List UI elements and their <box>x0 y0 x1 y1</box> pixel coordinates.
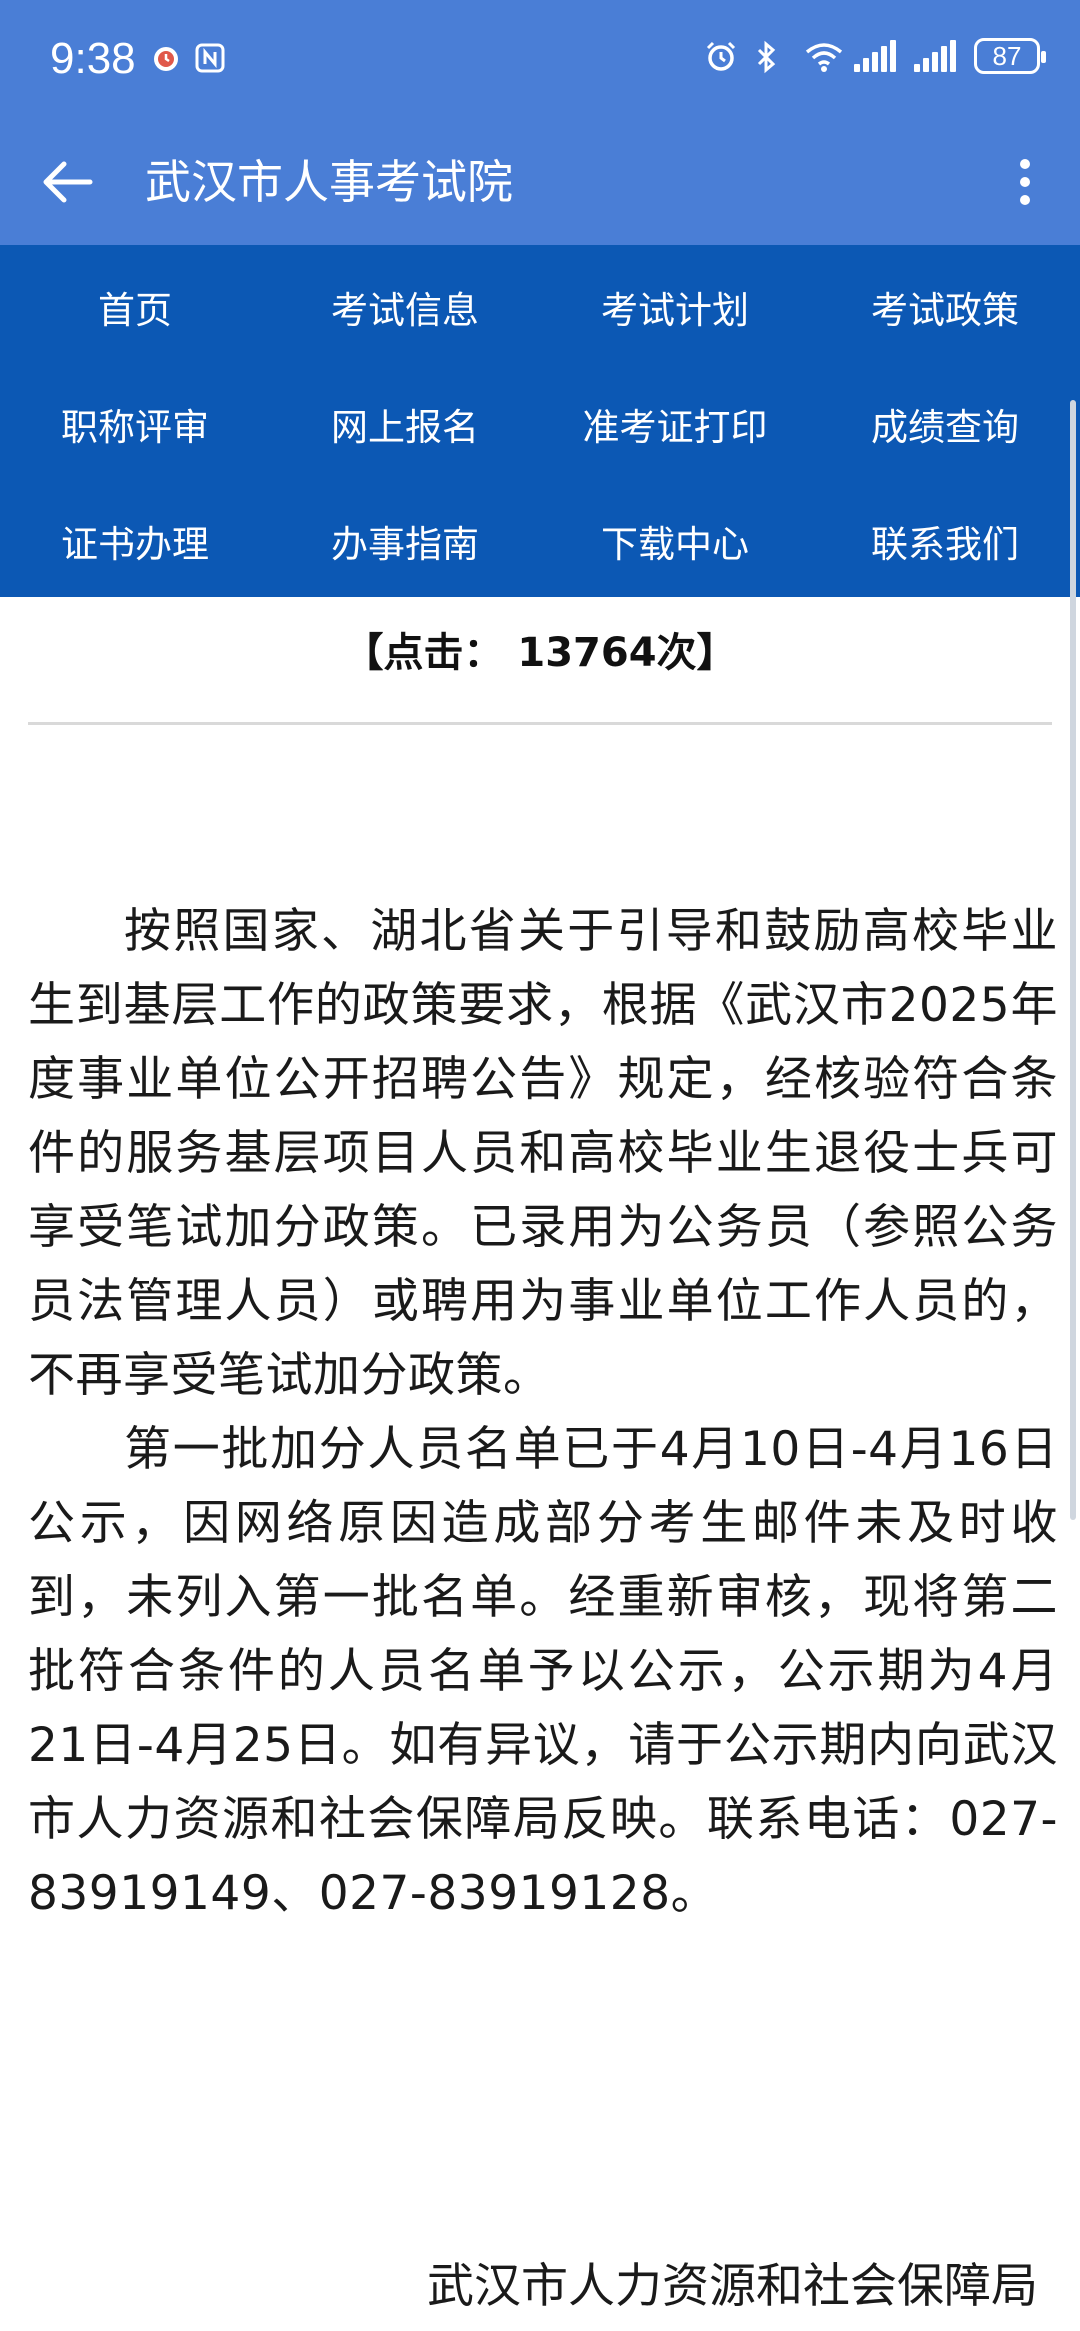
nav-item-online-registration[interactable]: 网上报名 <box>270 362 540 479</box>
hit-count: 【点击： 13764次】 <box>343 630 737 676</box>
scrollbar[interactable] <box>1070 400 1076 1520</box>
nav-menu: 首页 考试信息 考试计划 考试政策 职称评审 网上报名 准考证打印 成绩查询 证… <box>0 245 1080 597</box>
signal-icon <box>914 40 956 72</box>
article-paragraph: 第一批加分人员名单已于4月10日-4月16日公示，因网络原因造成部分考生邮件未及… <box>28 1422 1058 1921</box>
nfc-icon <box>194 42 226 74</box>
nav-item-score-query[interactable]: 成绩查询 <box>810 362 1080 479</box>
nav-item-title-review[interactable]: 职称评审 <box>0 362 270 479</box>
nav-item-download[interactable]: 下载中心 <box>540 480 810 597</box>
arrow-left-icon <box>43 161 93 203</box>
nav-item-certificate[interactable]: 证书办理 <box>0 480 270 597</box>
clock-app-icon <box>150 42 182 74</box>
battery-level: 87 <box>992 40 1022 71</box>
article-paragraph: 按照国家、湖北省关于引导和鼓励高校毕业生到基层工作的政策要求，根据《武汉市202… <box>28 904 1058 1403</box>
nav-item-home[interactable]: 首页 <box>0 245 270 362</box>
more-options-button[interactable] <box>1010 150 1040 214</box>
nav-item-exam-info[interactable]: 考试信息 <box>270 245 540 362</box>
divider <box>28 722 1052 725</box>
page-title: 武汉市人事考试院 <box>145 155 513 209</box>
wifi-icon <box>804 40 843 72</box>
status-right-icons: 87 <box>704 38 1046 74</box>
nav-item-exam-policy[interactable]: 考试政策 <box>810 245 1080 362</box>
app-bar: 武汉市人事考试院 <box>0 120 1080 245</box>
nav-item-guide[interactable]: 办事指南 <box>270 480 540 597</box>
battery-icon: 87 <box>974 38 1046 74</box>
signal-icon <box>854 40 896 72</box>
back-button[interactable] <box>36 150 100 214</box>
status-bar: 9:38 87 <box>0 0 1080 120</box>
nav-item-exam-plan[interactable]: 考试计划 <box>540 245 810 362</box>
more-vertical-icon <box>1020 159 1030 205</box>
nav-item-contact[interactable]: 联系我们 <box>810 480 1080 597</box>
status-time: 9:38 <box>50 34 136 83</box>
article-body: 按照国家、湖北省关于引导和鼓励高校毕业生到基层工作的政策要求，根据《武汉市202… <box>28 895 1058 1931</box>
nav-item-admission-ticket[interactable]: 准考证打印 <box>540 362 810 479</box>
status-left-icons <box>150 42 226 74</box>
article-signature: 武汉市人力资源和社会保障局 <box>427 2259 1038 2314</box>
bluetooth-icon <box>754 40 786 74</box>
alarm-icon <box>704 40 736 72</box>
